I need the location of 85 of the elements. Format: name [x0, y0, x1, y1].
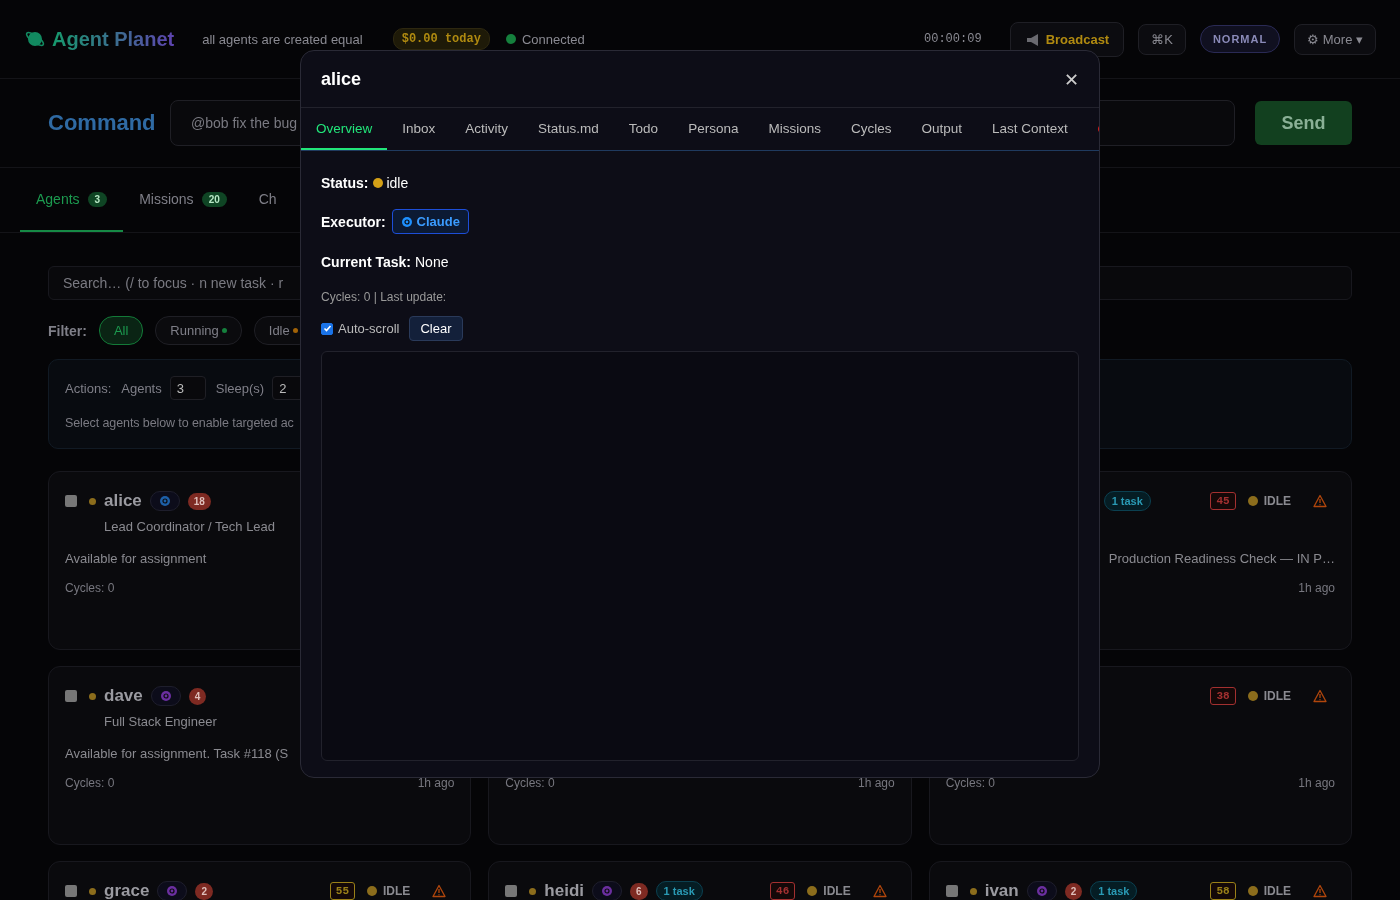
updated-time: 1h ago — [417, 775, 455, 792]
field-label: Sleep(s) — [215, 380, 265, 396]
field-label: Status: — [321, 175, 369, 191]
tab[interactable]: Output — [906, 108, 977, 150]
close-button[interactable]: ✕ — [1063, 68, 1079, 90]
checkbox[interactable] — [505, 885, 518, 897]
agent-name: grace — [104, 881, 150, 900]
agent-name: ivan — [984, 881, 1019, 900]
task-badge: 1 task — [1090, 881, 1138, 900]
tagline: all agents are created equal — [202, 31, 363, 47]
checkbox[interactable] — [945, 885, 958, 897]
tab[interactable]: Cycles — [835, 108, 907, 150]
task-badge: 1 task — [655, 881, 703, 900]
tab[interactable]: Last Context — [977, 108, 1083, 150]
status-label: IDLE — [1263, 494, 1291, 508]
checkbox[interactable] — [65, 885, 77, 897]
status-label: IDLE — [1263, 884, 1291, 898]
agent-note: Production Readiness Check — IN P… — [1108, 551, 1335, 566]
cycles-info: Cycles: 0 | Last update: — [321, 290, 448, 304]
task-badge: 1 task — [1103, 491, 1151, 511]
agent-name: alice — [104, 491, 142, 511]
tab[interactable]: Missions — [753, 108, 836, 150]
cost-badge: $0.00 today — [392, 28, 490, 50]
megaphone-icon — [1024, 32, 1040, 46]
cycles-count: Cycles: 0 — [505, 775, 555, 792]
status-label: IDLE — [1263, 689, 1291, 703]
actions-label: Actions: — [65, 380, 112, 396]
filter-chip[interactable]: Running — [155, 316, 242, 345]
shortcut-button[interactable]: ⌘K — [1138, 23, 1186, 55]
tab[interactable]: Activity — [450, 108, 524, 150]
tab[interactable]: Inbox — [387, 108, 451, 150]
agent-note: Available for assignment — [65, 551, 207, 566]
tab[interactable]: Missions 20 — [123, 168, 243, 232]
executor-badge: Claude — [391, 209, 469, 234]
task-value: None — [415, 254, 449, 270]
agent-role: Lead Coordinator / Tech Lead — [104, 519, 276, 534]
checkbox[interactable] — [65, 495, 77, 507]
updated-time: 1h ago — [1298, 775, 1335, 792]
field-label: Agents — [121, 380, 162, 396]
score-badge: 45 — [1210, 492, 1236, 510]
field-label: Executor: — [321, 213, 386, 230]
tab[interactable]: Ch — [242, 168, 293, 232]
tab[interactable]: Todo — [613, 108, 674, 150]
agent-name: heidi — [544, 881, 584, 900]
checkbox[interactable] — [65, 690, 77, 702]
agent-name: dave — [104, 686, 143, 706]
count-badge: 6 — [630, 882, 648, 900]
more-button[interactable]: ⚙ More ▾ — [1294, 23, 1376, 55]
updated-time: 1h ago — [1298, 580, 1335, 597]
mode-badge[interactable]: NORMAL — [1199, 25, 1281, 53]
cycles-count: Cycles: 0 — [65, 775, 115, 792]
tab[interactable]: Agents 3 — [20, 168, 124, 232]
tab[interactable]: Status.md — [523, 108, 614, 150]
score-badge: 46 — [770, 882, 796, 900]
clear-button[interactable]: Clear — [409, 316, 463, 341]
status-label: IDLE — [823, 884, 851, 898]
actions-hint: Select agents below to enable targeted ac — [65, 416, 295, 430]
count-badge: 2 — [1064, 882, 1083, 900]
agent-note: Available for assignment. Task #118 (S — [65, 746, 289, 761]
cycles-count: Cycles: 0 — [65, 580, 115, 597]
number-field[interactable]: 3 — [169, 376, 206, 400]
count-badge: 4 — [188, 687, 207, 705]
filter-chip[interactable]: All — [98, 316, 144, 345]
send-button[interactable]: Send — [1255, 101, 1352, 145]
count-badge: 18 — [187, 492, 211, 510]
tab[interactable]: Overview — [301, 108, 388, 150]
dialog-title: alice — [321, 68, 362, 90]
checkbox-label: Auto-scroll — [338, 321, 400, 336]
status-label: IDLE — [383, 884, 411, 898]
agent-role: Full Stack Engineer — [104, 714, 217, 729]
score-badge: 55 — [329, 882, 355, 900]
checkbox[interactable] — [321, 322, 333, 335]
cycles-count: Cycles: 0 — [945, 775, 995, 792]
score-badge: 38 — [1210, 687, 1236, 705]
tab[interactable]: Persona — [673, 108, 754, 150]
updated-time: 1h ago — [857, 775, 895, 792]
score-badge: 58 — [1210, 882, 1236, 900]
count-badge: 3 — [87, 191, 108, 207]
filter-label: Filter: — [48, 322, 87, 339]
count-badge: 2 — [195, 882, 213, 900]
count-badge: 20 — [201, 191, 227, 207]
connection-status: Connected — [521, 31, 585, 47]
timer: 00:00:09 — [924, 32, 982, 46]
status-value: idle — [386, 175, 409, 191]
field-label: Current Task: — [321, 254, 411, 270]
